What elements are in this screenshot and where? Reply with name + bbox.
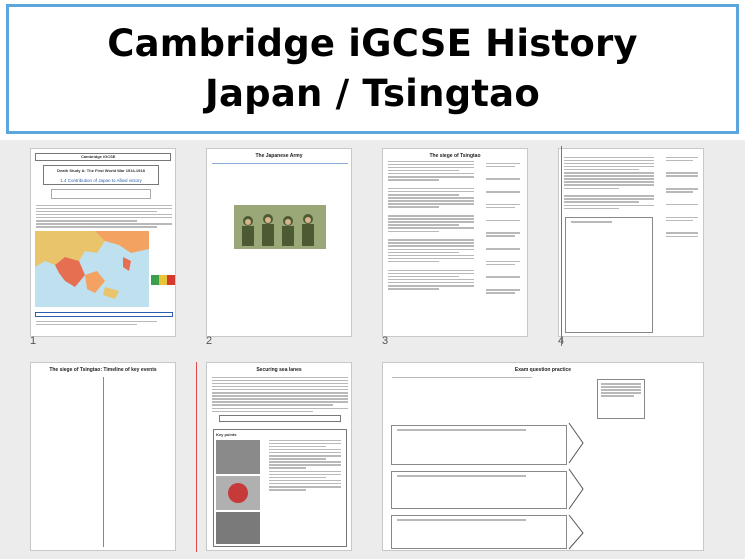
slide-1-title: Cambridge iGCSE: [81, 154, 116, 159]
title-line-2: Japan / Tsingtao: [205, 72, 540, 115]
slide-thumbnail-4[interactable]: [558, 148, 704, 337]
slide-thumbnail-6[interactable]: Securing sea lanes Key points: [206, 362, 352, 551]
key-points-label: Key points: [216, 432, 237, 437]
map-image: [35, 231, 149, 307]
slide-1-subtitle: Death Study A: The First World War 1914-…: [57, 168, 145, 173]
slide-1-heading-box: Death Study A: The First World War 1914-…: [43, 165, 159, 185]
objectives-box: [51, 189, 151, 199]
exam-tip-box: [597, 379, 645, 419]
key-points-box: Key points: [213, 429, 347, 547]
rag-red: [167, 275, 175, 285]
flow-arrows: [568, 422, 584, 550]
slide-1-heading: 1.4 Contribution of Japan to Allied vict…: [60, 178, 142, 183]
slide-6-title: Securing sea lanes: [256, 367, 302, 373]
slide-2-title: The Japanese Army: [255, 153, 303, 159]
word-bank: [219, 415, 341, 422]
notes-box: [565, 217, 653, 333]
rag-amber: [159, 275, 167, 285]
timeline-axis: [103, 377, 104, 547]
slide-thumbnail-3[interactable]: The siege of Tsingtao: [382, 148, 528, 337]
ship-photo-1: [216, 440, 260, 474]
insertion-marker: [561, 146, 562, 346]
slide-7-title: Exam question practice: [514, 367, 572, 373]
title-banner: Cambridge iGCSE History Japan / Tsingtao: [6, 4, 739, 134]
soldiers-photo: [234, 205, 326, 249]
questions-column: [481, 161, 525, 333]
answer-box-middle: [391, 471, 567, 509]
slide-thumbnail-5[interactable]: The siege of Tsingtao: Timeline of key e…: [30, 362, 176, 551]
title-line-1: Cambridge iGCSE History: [107, 22, 638, 65]
slide-number-1: 1: [30, 335, 37, 347]
slide-thumbnail-1[interactable]: Cambridge iGCSE Death Study A: The First…: [30, 148, 176, 337]
slide-number-3: 3: [382, 335, 389, 347]
ship-photo-3: [216, 512, 260, 544]
answer-box-start: [391, 425, 567, 465]
question-bar: [35, 312, 173, 317]
slide-thumbnail-7[interactable]: Exam question practice: [382, 362, 704, 551]
slide-5-title: The siege of Tsingtao: Timeline of key e…: [49, 367, 157, 373]
slide-4-questions: [661, 155, 703, 239]
slide-thumbnail-2[interactable]: The Japanese Army: [206, 148, 352, 337]
rag-green: [151, 275, 159, 285]
slide-number-2: 2: [206, 335, 213, 347]
answer-box-end: [391, 515, 567, 549]
ship-photo-2: [216, 476, 260, 510]
insertion-marker-2: [196, 362, 197, 552]
